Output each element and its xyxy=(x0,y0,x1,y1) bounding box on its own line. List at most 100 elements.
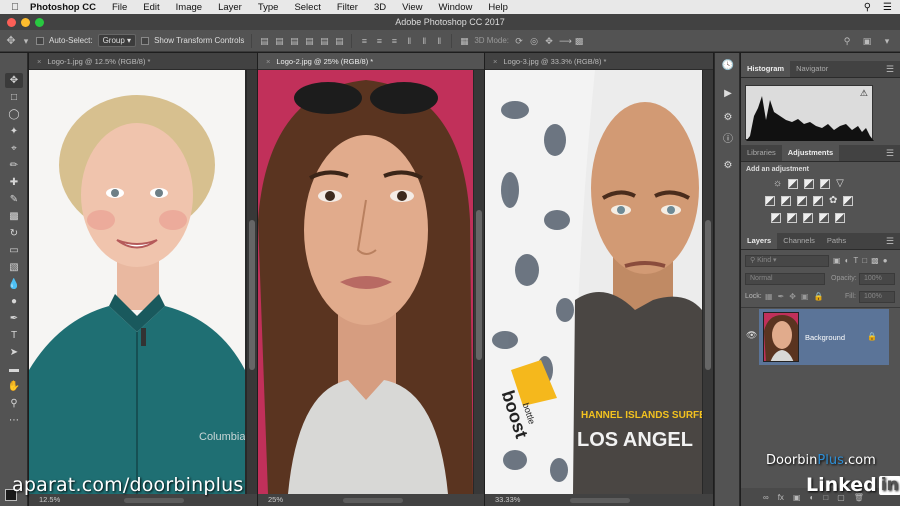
distribute-vcenter-icon[interactable]: ≡ xyxy=(374,36,384,46)
filter-adjustment-icon[interactable]: ◐ xyxy=(845,256,850,265)
tab-libraries[interactable]: Libraries xyxy=(741,145,782,161)
transform-controls-checkbox[interactable] xyxy=(141,36,150,45)
photo-filter-icon[interactable] xyxy=(813,196,823,206)
actions-play-icon[interactable]: ▶ xyxy=(721,87,735,101)
fill-field[interactable]: 100% xyxy=(859,291,895,303)
lock-all-icon[interactable]: 🔒 xyxy=(814,292,824,301)
3d-roll-icon[interactable]: ◎ xyxy=(529,36,539,46)
tab-channels[interactable]: Channels xyxy=(777,233,821,249)
lock-pixels-icon[interactable]: ✒ xyxy=(778,292,785,301)
history-icon[interactable]: 🕓 xyxy=(721,59,735,73)
distribute-left-icon[interactable]: ‖ xyxy=(404,36,414,46)
healing-brush-tool-icon[interactable]: ✚ xyxy=(5,175,23,190)
gradient-tool-icon[interactable]: ▧ xyxy=(5,260,23,275)
zoom-tool-icon[interactable]: ⚲ xyxy=(5,396,23,411)
crop-tool-icon[interactable]: ⌖ xyxy=(5,141,23,156)
align-right-icon[interactable]: ▤ xyxy=(334,36,344,46)
window-zoom-button[interactable] xyxy=(35,18,44,27)
scroll-thumb[interactable] xyxy=(476,210,482,360)
posterize-icon[interactable] xyxy=(787,213,797,223)
selective-color-icon[interactable] xyxy=(819,213,829,223)
menu-filter[interactable]: Filter xyxy=(329,2,366,13)
cache-warning-icon[interactable]: ⚠ xyxy=(860,88,868,99)
horizontal-scroll-thumb[interactable] xyxy=(343,498,403,503)
eraser-tool-icon[interactable]: ▭ xyxy=(5,243,23,258)
menu-help[interactable]: Help xyxy=(480,2,516,13)
filter-shape-icon[interactable]: □ xyxy=(862,256,867,265)
tab-adjustments[interactable]: Adjustments xyxy=(781,145,840,161)
blend-mode-dropdown[interactable]: Normal xyxy=(745,273,825,285)
search-icon[interactable]: ⚲ xyxy=(842,36,852,46)
dodge-tool-icon[interactable]: ● xyxy=(5,294,23,309)
lasso-tool-icon[interactable]: ◯ xyxy=(5,107,23,122)
hand-tool-icon[interactable]: ✋ xyxy=(5,379,23,394)
close-tab-icon[interactable]: × xyxy=(493,57,497,66)
curves-icon[interactable] xyxy=(804,179,815,189)
color-balance-icon[interactable] xyxy=(781,196,791,206)
align-top-icon[interactable]: ▤ xyxy=(259,36,269,46)
path-select-tool-icon[interactable]: ➤ xyxy=(5,345,23,360)
invert-icon[interactable] xyxy=(771,213,781,223)
layer-filter-kind[interactable]: ⚲ Kind ▾ xyxy=(745,255,829,267)
panel-menu-icon[interactable]: ☰ xyxy=(886,145,900,161)
window-minimize-button[interactable] xyxy=(21,18,30,27)
tab-histogram[interactable]: Histogram xyxy=(741,61,791,77)
exposure-icon[interactable] xyxy=(820,179,831,189)
black-white-icon[interactable] xyxy=(797,196,807,206)
menu-image[interactable]: Image xyxy=(168,2,210,13)
3d-pan-icon[interactable]: ✥ xyxy=(544,36,554,46)
horizontal-scroll-thumb[interactable] xyxy=(570,498,630,503)
align-vcenter-icon[interactable]: ▤ xyxy=(274,36,284,46)
levels-icon[interactable] xyxy=(788,179,799,189)
eyedropper-tool-icon[interactable]: ✏ xyxy=(5,158,23,173)
notification-list-icon[interactable]: ☰ xyxy=(883,2,892,13)
filter-pixel-icon[interactable]: ▣ xyxy=(833,256,841,265)
zoom-level[interactable]: 12.5% xyxy=(39,495,60,504)
3d-camera-icon[interactable]: ▩ xyxy=(574,36,584,46)
brush-tool-icon[interactable]: ✎ xyxy=(5,192,23,207)
shape-tool-icon[interactable]: ▬ xyxy=(5,362,23,377)
tool-presets-icon[interactable]: ⚙ xyxy=(721,111,735,125)
move-tool-icon[interactable]: ✥ xyxy=(6,35,16,46)
lock-position-icon[interactable]: ✥ xyxy=(789,292,796,301)
close-tab-icon[interactable]: × xyxy=(37,57,41,66)
distribute-bottom-icon[interactable]: ≡ xyxy=(389,36,399,46)
pen-tool-icon[interactable]: ✒ xyxy=(5,311,23,326)
history-brush-tool-icon[interactable]: ↻ xyxy=(5,226,23,241)
link-layers-icon[interactable]: ∞ xyxy=(763,493,769,502)
channel-mixer-icon[interactable]: ✿ xyxy=(829,196,837,206)
auto-select-dropdown[interactable]: Group ▾ xyxy=(97,34,137,47)
canvas-logo-1[interactable]: Columbia xyxy=(29,70,245,494)
window-close-button[interactable] xyxy=(7,18,16,27)
horizontal-scroll-thumb[interactable] xyxy=(124,498,184,503)
zoom-level[interactable]: 25% xyxy=(268,495,283,504)
layer-visibility-eye-icon[interactable]: 👁 xyxy=(746,330,757,341)
menu-3d[interactable]: 3D xyxy=(366,2,394,13)
menu-file[interactable]: File xyxy=(104,2,135,13)
3d-rotate-icon[interactable]: ⟳ xyxy=(514,36,524,46)
distribute-hcenter-icon[interactable]: ‖ xyxy=(419,36,429,46)
stamp-tool-icon[interactable]: ▩ xyxy=(5,209,23,224)
vertical-scrollbar[interactable] xyxy=(247,70,257,494)
properties-icon[interactable]: ⚙ xyxy=(721,159,735,173)
document-tab-logo-3[interactable]: × Logo-3.jpg @ 33.3% (RGB/8) * xyxy=(485,53,713,70)
auto-select-checkbox[interactable] xyxy=(36,36,44,45)
move-tool-icon[interactable]: ✥ xyxy=(5,73,23,88)
spotlight-search-icon[interactable]: ⚲ xyxy=(864,2,871,13)
document-tab-logo-2[interactable]: × Logo-2.jpg @ 25% (RGB/8) * xyxy=(258,53,484,70)
menu-view[interactable]: View xyxy=(394,2,430,13)
menu-edit[interactable]: Edit xyxy=(135,2,167,13)
threshold-icon[interactable] xyxy=(803,213,813,223)
quick-select-tool-icon[interactable]: ✦ xyxy=(5,124,23,139)
menu-app-name[interactable]: Photoshop CC xyxy=(30,2,104,13)
filter-smart-object-icon[interactable]: ▩ xyxy=(871,256,879,265)
lock-transparent-icon[interactable]: ▦ xyxy=(765,292,773,301)
tab-layers[interactable]: Layers xyxy=(741,233,778,249)
distribute-top-icon[interactable]: ≡ xyxy=(359,36,369,46)
auto-align-icon[interactable]: ▦ xyxy=(459,36,469,46)
marquee-tool-icon[interactable]: □ xyxy=(5,90,23,105)
layer-name[interactable]: Background xyxy=(805,333,845,342)
layer-row-background[interactable]: Background 🔒 xyxy=(759,309,889,365)
menu-window[interactable]: Window xyxy=(431,2,481,13)
panel-menu-icon[interactable]: ☰ xyxy=(886,61,900,77)
